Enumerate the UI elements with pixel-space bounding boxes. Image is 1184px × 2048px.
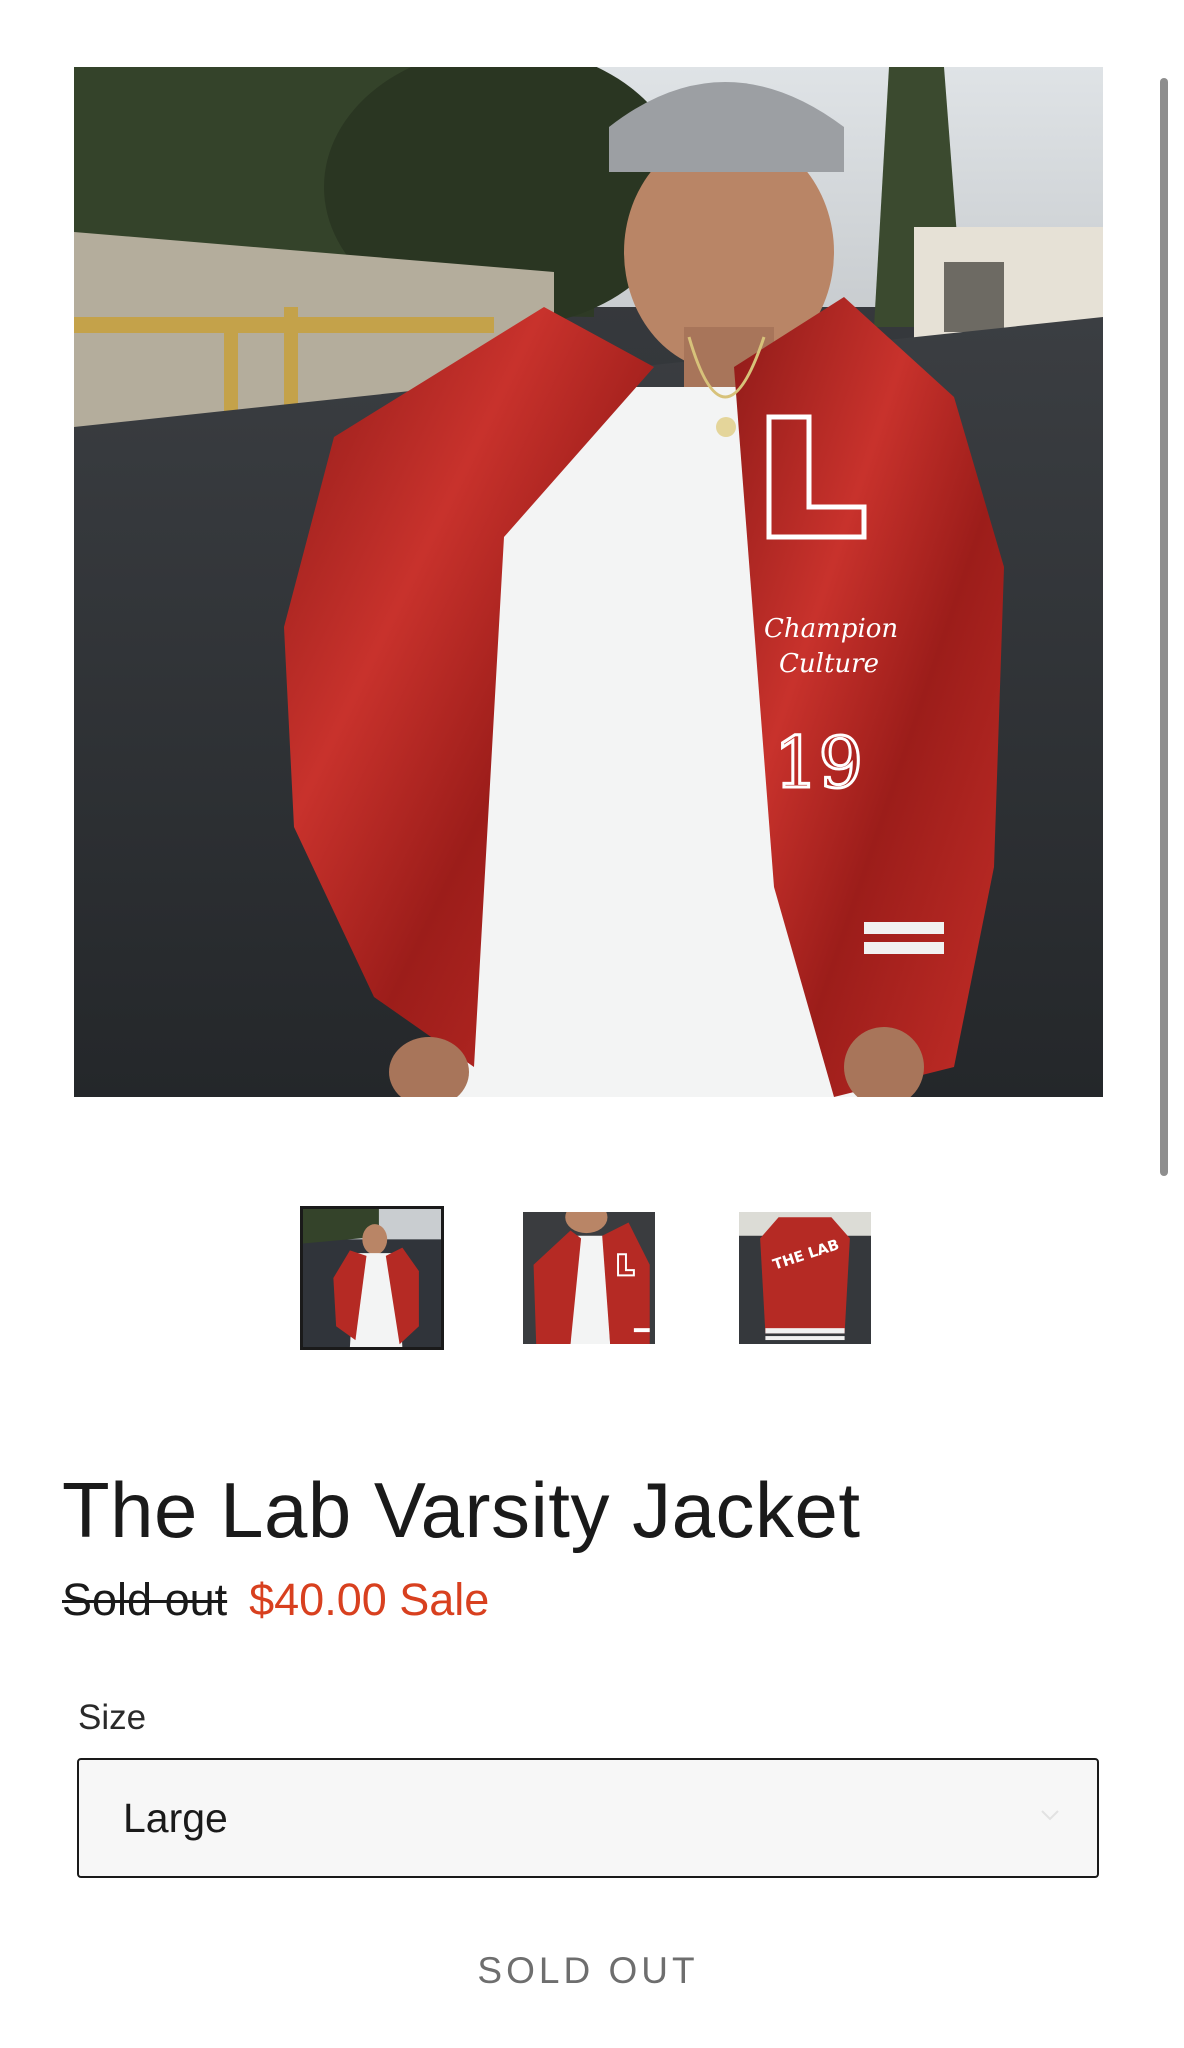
product-title: The Lab Varsity Jacket xyxy=(62,1466,861,1554)
thumbnail-back-image: THE LAB xyxy=(739,1212,871,1344)
size-select[interactable]: Large xyxy=(77,1758,1099,1878)
thumbnail-front-image xyxy=(303,1209,441,1347)
sale-price: $40.00 Sale xyxy=(249,1574,490,1625)
svg-text:19: 19 xyxy=(774,722,863,804)
page-scrollbar[interactable] xyxy=(1160,78,1168,1176)
size-selected-value: Large xyxy=(123,1795,228,1841)
svg-text:Champion: Champion xyxy=(764,614,898,644)
regular-price: Sold out xyxy=(62,1574,228,1625)
thumbnail-chest-detail[interactable] xyxy=(523,1212,655,1344)
svg-text:Culture: Culture xyxy=(779,649,879,679)
size-label: Size xyxy=(78,1698,147,1737)
thumbnail-strip: THE LAB xyxy=(0,1206,1184,1350)
product-page: 19 Champion Culture THE LAB The Lab Vars… xyxy=(0,0,1184,2048)
main-product-image[interactable]: 19 Champion Culture xyxy=(74,67,1103,1097)
thumbnail-back[interactable]: THE LAB xyxy=(739,1212,871,1344)
product-photo-illustration: 19 Champion Culture xyxy=(74,67,1103,1097)
sold-out-button[interactable]: SOLD OUT xyxy=(77,1930,1099,2010)
price-row: Sold out $40.00 Sale xyxy=(62,1572,489,1628)
thumbnail-chest-detail-image xyxy=(523,1212,655,1344)
chevron-down-icon xyxy=(1041,1810,1059,1821)
thumbnail-front[interactable] xyxy=(300,1206,444,1350)
